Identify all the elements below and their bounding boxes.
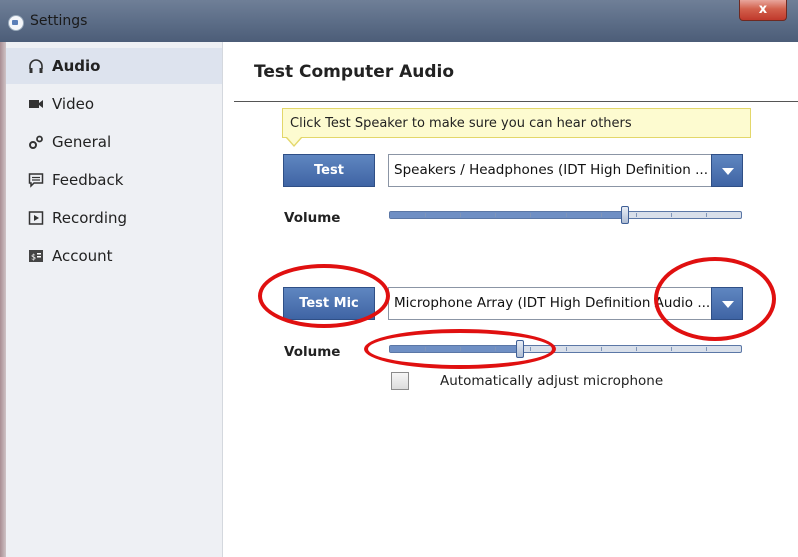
slider-tick [635,213,637,217]
sidebar-item-label: Audio [52,57,101,75]
video-camera-icon [28,96,44,112]
speaker-volume-slider[interactable] [389,206,742,224]
close-button[interactable]: x [739,0,787,21]
auto-adjust-checkbox[interactable] [391,372,409,390]
sidebar-item-feedback[interactable]: Feedback [6,162,222,198]
slider-tick [565,213,567,217]
annotation-circle-test-mic [258,264,390,328]
slider-tick [600,347,602,351]
sidebar-item-video[interactable]: Video [6,86,222,122]
slider-tick [530,213,532,217]
slider-tick [635,347,637,351]
window-title: Settings [30,13,88,29]
sidebar-item-label: Video [52,95,95,113]
title-bar: Settings x [0,0,798,42]
headphones-icon [28,58,44,74]
slider-tick [425,213,427,217]
title-divider [234,101,798,102]
account-card-icon: $ [28,248,44,264]
annotation-circle-dropdown [654,257,776,341]
sidebar-item-account[interactable]: $ Account [6,238,222,274]
slider-tick [565,347,567,351]
test-speaker-button[interactable]: Test Speaker [283,154,375,209]
sidebar-item-general[interactable]: General [6,124,222,160]
sidebar-item-label: Account [52,247,113,265]
slider-thumb[interactable] [621,206,630,224]
slider-tick [460,213,462,217]
tooltip-pointer-fill [287,137,301,145]
sidebar-item-label: Feedback [52,171,124,189]
slider-tick [495,213,497,217]
sidebar-item-label: Recording [52,209,128,227]
page-title: Test Computer Audio [254,62,455,82]
sidebar-item-label: General [52,133,112,151]
speaker-device-value: Speakers / Headphones (IDT High Definiti… [394,162,708,178]
auto-adjust-label: Automatically adjust microphone [440,373,664,389]
speaker-volume-label: Volume [284,210,341,226]
slider-tick [600,213,602,217]
annotation-circle-mic-volume [364,329,556,369]
play-icon [28,210,44,226]
slider-tick [705,213,707,217]
speaker-device-select[interactable]: Speakers / Headphones (IDT High Definiti… [388,154,743,187]
mic-volume-label: Volume [284,344,341,360]
sidebar-item-recording[interactable]: Recording [6,200,222,236]
app-icon [8,15,24,31]
hint-tooltip: Click Test Speaker to make sure you can … [282,108,751,138]
speech-bubble-icon [28,172,44,188]
gears-icon [28,134,44,150]
slider-tick [670,347,672,351]
sidebar-item-audio[interactable]: Audio [6,48,222,84]
slider-tick [670,213,672,217]
svg-text:$: $ [31,253,36,262]
slider-tick [705,347,707,351]
chevron-down-icon[interactable] [711,154,743,187]
